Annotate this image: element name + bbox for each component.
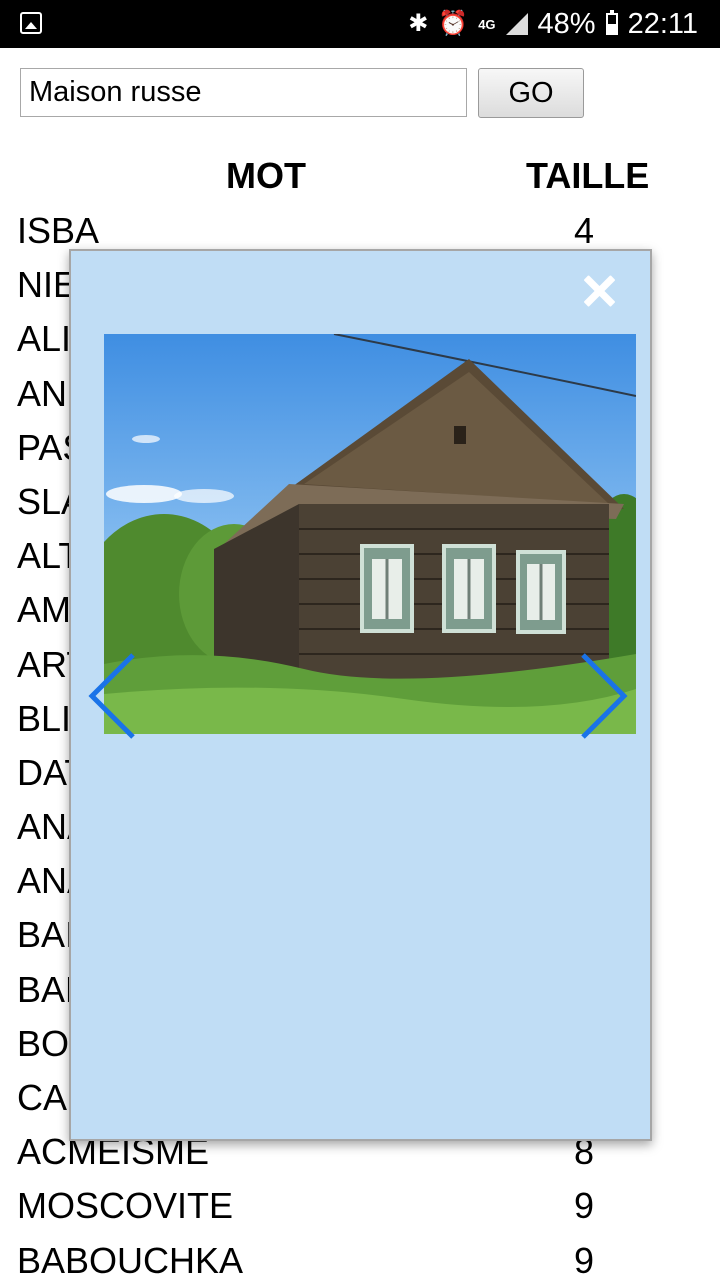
row-word: BAI — [17, 914, 76, 956]
go-button[interactable]: GO — [478, 68, 584, 118]
battery-percentage: 48% — [537, 7, 596, 40]
bluetooth-icon: ✱ — [408, 10, 429, 37]
battery-icon — [605, 10, 618, 35]
clock: 22:11 — [627, 7, 698, 40]
search-input[interactable] — [20, 68, 467, 117]
column-header-size: TAILLE — [526, 155, 650, 196]
close-icon[interactable] — [579, 271, 619, 311]
row-word: MOSCOVITE — [17, 1185, 234, 1227]
row-word: AM — [17, 589, 71, 631]
row-word: NIE — [17, 264, 78, 306]
row-word: ALI — [17, 318, 72, 360]
chevron-right-icon — [581, 653, 628, 739]
row-size: 9 — [574, 1239, 595, 1281]
row-word: ISBA — [17, 210, 100, 251]
previous-image-button[interactable] — [87, 651, 137, 741]
signal-icon — [505, 13, 528, 35]
next-image-button[interactable] — [579, 651, 629, 741]
table-row[interactable]: MOSCOVITE 9 — [0, 1179, 720, 1233]
status-icons: ✱ ⏰ 4G 48% 22:11 — [408, 6, 698, 42]
row-size: 9 — [574, 1185, 595, 1227]
chevron-left-icon — [88, 653, 135, 739]
alarm-icon: ⏰ — [438, 10, 469, 37]
house-photo — [104, 334, 636, 734]
image-viewer-dialog — [69, 249, 652, 1141]
row-word: BABOUCHKA — [17, 1239, 244, 1281]
row-word: ANI — [17, 372, 78, 414]
row-word: BLI — [17, 697, 72, 739]
status-bar: ✱ ⏰ 4G 48% 22:11 — [0, 0, 720, 48]
column-header-word: MOT — [226, 155, 306, 196]
row-size: 4 — [574, 210, 595, 251]
image-notification-icon — [20, 12, 42, 34]
network-type-icon: 4G — [478, 16, 496, 32]
